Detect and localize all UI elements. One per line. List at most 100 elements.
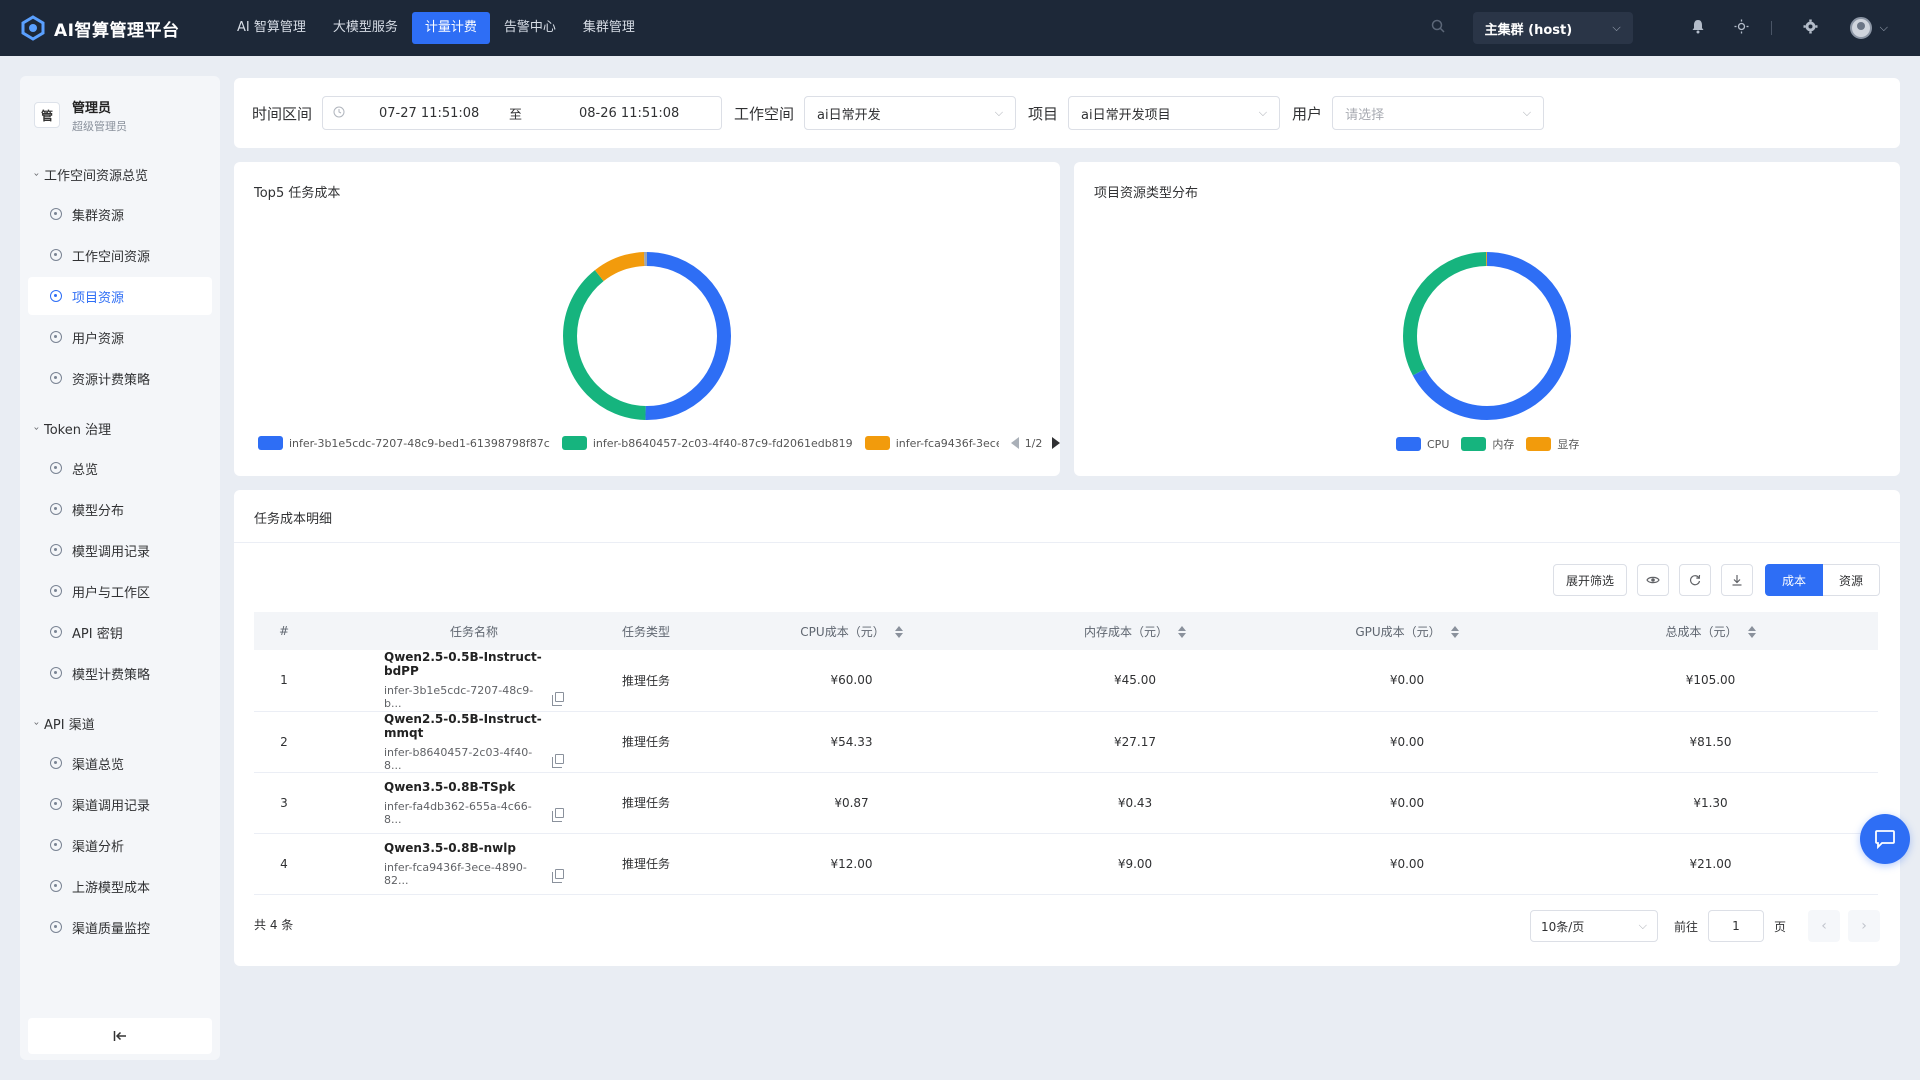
legend-item[interactable]: 内存 [1461, 436, 1514, 452]
copy-icon[interactable] [552, 807, 564, 822]
sort-icon[interactable] [1178, 626, 1186, 638]
sidebar-item[interactable]: 上游模型成本 [28, 867, 212, 905]
sidebar-item[interactable]: 项目资源 [28, 277, 212, 315]
page-size-select[interactable]: 10条/页 ⌵ [1529, 910, 1658, 942]
legend-prev-icon[interactable] [1010, 437, 1019, 449]
menu-item-icon [50, 757, 62, 769]
sidebar-item[interactable]: 工作空间资源 [28, 236, 212, 274]
task-type: 推理任务 [564, 772, 704, 834]
sort-icon[interactable] [1450, 626, 1459, 638]
legend-item[interactable]: infer-b8640457-2c03-4f40-87c9-fd2061edb8… [561, 436, 853, 450]
topnav-cluster-mgmt[interactable]: 集群管理 [570, 12, 648, 44]
task-id-text: infer-b8640457-2c03-4f40-8... [384, 745, 533, 772]
menu-item-icon [50, 626, 62, 638]
topnav-llm-service[interactable]: 大模型服务 [320, 12, 411, 44]
refresh-icon[interactable] [1678, 564, 1711, 596]
sun-icon[interactable] [1727, 19, 1757, 38]
task-id: infer-fa4db362-655a-4c66-8... [384, 800, 564, 826]
menu-item-icon [50, 839, 62, 851]
user-menu[interactable]: ⌵ [1849, 17, 1888, 39]
row-index: 4 [254, 833, 314, 895]
project-label: 项目 [1028, 104, 1059, 123]
col-cpu-cost[interactable]: CPU成本（元） [704, 612, 999, 650]
table-row[interactable]: 2 Qwen2.5-0.5B-Instruct-mmqt infer-b864045… [254, 711, 1878, 773]
menu-group-workspace-overview[interactable]: › 工作空间资源总览 [20, 156, 220, 192]
sidebar-item[interactable]: 用户资源 [28, 318, 212, 356]
sidebar-item-label: 模型分布 [72, 503, 125, 519]
col-gpu-cost-label: GPU成本（元） [1355, 624, 1441, 639]
page-number-input[interactable]: 1 [1707, 910, 1764, 942]
legend-item[interactable]: infer-3b1e5cdc-7207-48c9-bed1-61398798f8… [258, 436, 550, 450]
app-logo[interactable]: AI智算管理平台 [20, 15, 210, 41]
legend-item[interactable]: infer-fca9436f-3ece [864, 436, 999, 450]
next-page-button[interactable]: › [1848, 910, 1880, 942]
eye-icon[interactable] [1636, 564, 1669, 596]
sort-icon[interactable] [1747, 626, 1756, 638]
topnav-ai-compute[interactable]: AI 智算管理 [224, 12, 319, 44]
task-name[interactable]: Qwen3.5-0.8B-TSpk [384, 780, 564, 794]
copy-icon[interactable] [552, 868, 564, 883]
topnav-metering-billing[interactable]: 计量计费 [411, 12, 490, 44]
copy-icon[interactable] [552, 692, 564, 707]
workspace-select-value: ai日常开发 [817, 107, 881, 123]
top5-cost-card: Top5 任务成本 infer-3b1e5cdc-7207-48c9-bed1-… [234, 162, 1061, 476]
project-select[interactable]: ai日常开发项目 ⌵ [1068, 96, 1281, 130]
sidebar-item[interactable]: 用户与工作区 [28, 572, 212, 610]
sidebar-item[interactable]: 渠道调用记录 [28, 785, 212, 823]
gear-icon[interactable] [1796, 19, 1826, 38]
menu-group-token-governance[interactable]: › Token 治理 [20, 410, 220, 446]
search-icon[interactable] [1423, 19, 1453, 37]
resource-type-donut [1403, 252, 1571, 420]
gpu-cost: ¥0.00 [1271, 711, 1543, 773]
legend-item[interactable]: CPU [1396, 437, 1449, 451]
date-range-picker[interactable]: 07-27 11:51:08 至 08-26 11:51:08 [322, 96, 723, 130]
cost-view-button[interactable]: 成本 [1764, 564, 1823, 596]
table-row[interactable]: 1 Qwen2.5-0.5B-Instruct-bdPP infer-3b1e5cd… [254, 650, 1878, 712]
sidebar-item-label: 工作空间资源 [72, 249, 151, 265]
task-name[interactable]: Qwen2.5-0.5B-Instruct-mmqt [384, 712, 564, 740]
sidebar-item[interactable]: 资源计费策略 [28, 359, 212, 397]
legend-item[interactable]: 显存 [1526, 436, 1579, 452]
sort-icon[interactable] [894, 626, 903, 638]
sidebar-item[interactable]: 渠道质量监控 [28, 908, 212, 946]
end-date[interactable]: 08-26 11:51:08 [579, 106, 679, 121]
col-mem-cost[interactable]: 内存成本（元） [999, 612, 1271, 650]
table-row[interactable]: 3 Qwen3.5-0.8B-TSpk infer-fa4db362-655a-4c… [254, 772, 1878, 834]
start-date[interactable]: 07-27 11:51:08 [379, 106, 509, 121]
cluster-select[interactable]: 主集群 (host) ⌵ [1472, 12, 1633, 44]
task-name[interactable]: Qwen3.5-0.8B-nwlp [384, 841, 564, 855]
task-name-cell: Qwen3.5-0.8B-TSpk infer-fa4db362-655a-4c6… [314, 772, 564, 834]
bell-icon[interactable] [1683, 19, 1713, 38]
menu-group-api-channel[interactable]: › API 渠道 [20, 705, 220, 741]
topnav-alert-center[interactable]: 告警中心 [491, 12, 569, 44]
download-icon[interactable] [1720, 564, 1753, 596]
sidebar-item[interactable]: 模型计费策略 [28, 654, 212, 692]
sidebar-item[interactable]: API 密钥 [28, 613, 212, 651]
col-total-cost[interactable]: 总成本（元） [1543, 612, 1878, 650]
legend-label: 显存 [1557, 438, 1580, 451]
expand-filter-button[interactable]: 展开筛选 [1552, 564, 1627, 596]
sidebar-item[interactable]: 渠道分析 [28, 826, 212, 864]
sidebar-item[interactable]: 集群资源 [28, 195, 212, 233]
task-name[interactable]: Qwen2.5-0.5B-Instruct-bdPP [384, 650, 564, 678]
prev-page-button[interactable]: ‹ [1808, 910, 1840, 942]
sidebar-item-label: 渠道分析 [72, 839, 125, 855]
chevron-down-icon: › [30, 721, 42, 725]
user-select[interactable]: 请选择 ⌵ [1332, 96, 1545, 130]
copy-icon[interactable] [552, 753, 564, 768]
legend-next-icon[interactable] [1052, 437, 1061, 449]
collapse-sidebar-button[interactable] [28, 1018, 212, 1054]
mem-cost: ¥0.43 [999, 772, 1271, 834]
sidebar-item[interactable]: 渠道总览 [28, 744, 212, 782]
menu-item-icon [50, 667, 62, 679]
sidebar-item[interactable]: 总览 [28, 449, 212, 487]
resource-view-button[interactable]: 资源 [1822, 564, 1880, 596]
workspace-select[interactable]: ai日常开发 ⌵ [804, 96, 1017, 130]
sidebar-item[interactable]: 模型调用记录 [28, 531, 212, 569]
col-gpu-cost[interactable]: GPU成本（元） [1271, 612, 1543, 650]
chat-button[interactable] [1860, 814, 1910, 864]
sidebar-item[interactable]: 模型分布 [28, 490, 212, 528]
table-row[interactable]: 4 Qwen3.5-0.8B-nwlp infer-fca9436f-3ece-48… [254, 833, 1878, 895]
avatar-icon [1849, 17, 1872, 39]
view-toggle: 成本 资源 [1764, 564, 1880, 596]
